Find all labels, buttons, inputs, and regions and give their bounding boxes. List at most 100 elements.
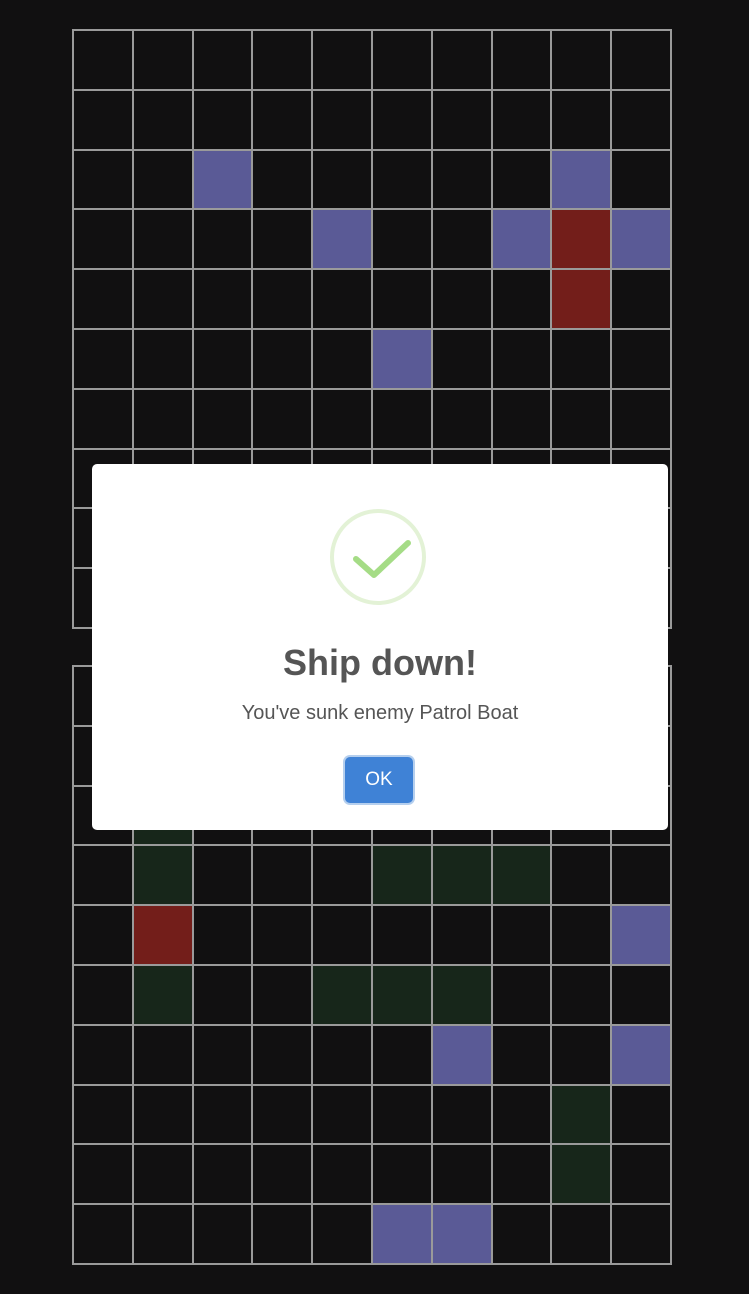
- player-cell-empty: [193, 1145, 254, 1206]
- enemy-cell-empty[interactable]: [133, 210, 194, 271]
- player-cell-empty: [372, 906, 433, 966]
- enemy-cell-empty[interactable]: [372, 389, 433, 450]
- player-cell-ship: [372, 965, 433, 1026]
- enemy-cell-empty[interactable]: [612, 389, 672, 450]
- enemy-cell-empty[interactable]: [313, 329, 373, 390]
- enemy-cell-hit[interactable]: [552, 270, 613, 330]
- enemy-cell-empty[interactable]: [612, 329, 672, 390]
- enemy-cell-empty[interactable]: [74, 31, 134, 91]
- enemy-cell-empty[interactable]: [432, 270, 493, 330]
- enemy-cell-empty[interactable]: [492, 389, 553, 450]
- player-cell-empty: [313, 1145, 373, 1206]
- player-cell-empty: [253, 1085, 314, 1146]
- player-cell-empty: [492, 906, 553, 966]
- player-cell-empty: [432, 1085, 493, 1146]
- enemy-cell-empty[interactable]: [432, 329, 493, 390]
- player-cell-empty: [193, 1205, 254, 1265]
- player-cell-empty: [552, 965, 613, 1026]
- enemy-cell-empty[interactable]: [193, 329, 254, 390]
- enemy-cell-empty[interactable]: [552, 31, 613, 91]
- enemy-cell-empty[interactable]: [492, 329, 553, 390]
- enemy-cell-empty[interactable]: [552, 90, 613, 151]
- enemy-cell-empty[interactable]: [432, 389, 493, 450]
- enemy-cell-empty[interactable]: [313, 389, 373, 450]
- enemy-cell-empty[interactable]: [313, 90, 373, 151]
- player-cell-empty: [552, 906, 613, 966]
- enemy-cell-empty[interactable]: [612, 90, 672, 151]
- enemy-cell-empty[interactable]: [133, 389, 194, 450]
- player-cell-empty: [612, 1205, 672, 1265]
- player-cell-empty: [552, 846, 613, 907]
- enemy-cell-empty[interactable]: [253, 31, 314, 91]
- enemy-cell-empty[interactable]: [372, 90, 433, 151]
- enemy-cell-empty[interactable]: [193, 270, 254, 330]
- player-cell-empty: [193, 906, 254, 966]
- enemy-cell-empty[interactable]: [432, 90, 493, 151]
- enemy-cell-miss[interactable]: [612, 210, 672, 271]
- enemy-cell-hit[interactable]: [552, 210, 613, 271]
- player-cell-empty: [74, 1025, 134, 1086]
- enemy-cell-empty[interactable]: [193, 389, 254, 450]
- enemy-cell-empty[interactable]: [133, 31, 194, 91]
- enemy-cell-empty[interactable]: [612, 270, 672, 330]
- enemy-cell-empty[interactable]: [253, 389, 314, 450]
- enemy-cell-empty[interactable]: [612, 31, 672, 91]
- player-cell-ship: [552, 1085, 613, 1146]
- enemy-cell-empty[interactable]: [372, 150, 433, 211]
- enemy-cell-empty[interactable]: [492, 31, 553, 91]
- player-cell-miss: [432, 1025, 493, 1086]
- player-cell-ship: [133, 846, 194, 907]
- enemy-cell-empty[interactable]: [193, 210, 254, 271]
- enemy-cell-empty[interactable]: [432, 210, 493, 271]
- enemy-cell-empty[interactable]: [372, 210, 433, 271]
- enemy-cell-empty[interactable]: [432, 150, 493, 211]
- player-cell-empty: [253, 965, 314, 1026]
- enemy-cell-empty[interactable]: [74, 270, 134, 330]
- enemy-cell-empty[interactable]: [253, 150, 314, 211]
- ship-down-dialog: Ship down! You've sunk enemy Patrol Boat…: [92, 464, 668, 830]
- player-cell-miss: [432, 1205, 493, 1265]
- enemy-cell-empty[interactable]: [74, 90, 134, 151]
- enemy-cell-empty[interactable]: [253, 270, 314, 330]
- enemy-cell-empty[interactable]: [313, 270, 373, 330]
- enemy-cell-empty[interactable]: [552, 389, 613, 450]
- enemy-cell-miss[interactable]: [372, 329, 433, 390]
- enemy-cell-empty[interactable]: [133, 150, 194, 211]
- player-cell-empty: [552, 1205, 613, 1265]
- player-cell-empty: [492, 1145, 553, 1206]
- enemy-cell-empty[interactable]: [372, 270, 433, 330]
- enemy-cell-empty[interactable]: [133, 270, 194, 330]
- enemy-cell-miss[interactable]: [492, 210, 553, 271]
- enemy-cell-empty[interactable]: [253, 210, 314, 271]
- enemy-cell-empty[interactable]: [74, 150, 134, 211]
- player-cell-empty: [74, 1085, 134, 1146]
- enemy-cell-empty[interactable]: [492, 270, 553, 330]
- player-cell-empty: [313, 1025, 373, 1086]
- enemy-cell-empty[interactable]: [253, 90, 314, 151]
- enemy-cell-miss[interactable]: [193, 150, 254, 211]
- enemy-cell-empty[interactable]: [133, 90, 194, 151]
- player-cell-ship: [432, 846, 493, 907]
- enemy-cell-empty[interactable]: [74, 389, 134, 450]
- enemy-cell-empty[interactable]: [552, 329, 613, 390]
- enemy-cell-empty[interactable]: [133, 329, 194, 390]
- enemy-cell-empty[interactable]: [253, 329, 314, 390]
- player-cell-empty: [133, 1025, 194, 1086]
- player-cell-empty: [253, 906, 314, 966]
- enemy-cell-empty[interactable]: [372, 31, 433, 91]
- enemy-cell-empty[interactable]: [492, 150, 553, 211]
- enemy-cell-empty[interactable]: [612, 150, 672, 211]
- enemy-cell-empty[interactable]: [74, 210, 134, 271]
- ok-button[interactable]: OK: [345, 757, 413, 803]
- player-cell-empty: [193, 1085, 254, 1146]
- enemy-cell-miss[interactable]: [552, 150, 613, 211]
- enemy-cell-empty[interactable]: [313, 150, 373, 211]
- player-cell-ship: [552, 1145, 613, 1206]
- enemy-cell-empty[interactable]: [432, 31, 493, 91]
- enemy-cell-empty[interactable]: [193, 31, 254, 91]
- enemy-cell-empty[interactable]: [193, 90, 254, 151]
- enemy-cell-empty[interactable]: [74, 329, 134, 390]
- enemy-cell-empty[interactable]: [313, 31, 373, 91]
- enemy-cell-miss[interactable]: [313, 210, 373, 271]
- enemy-cell-empty[interactable]: [492, 90, 553, 151]
